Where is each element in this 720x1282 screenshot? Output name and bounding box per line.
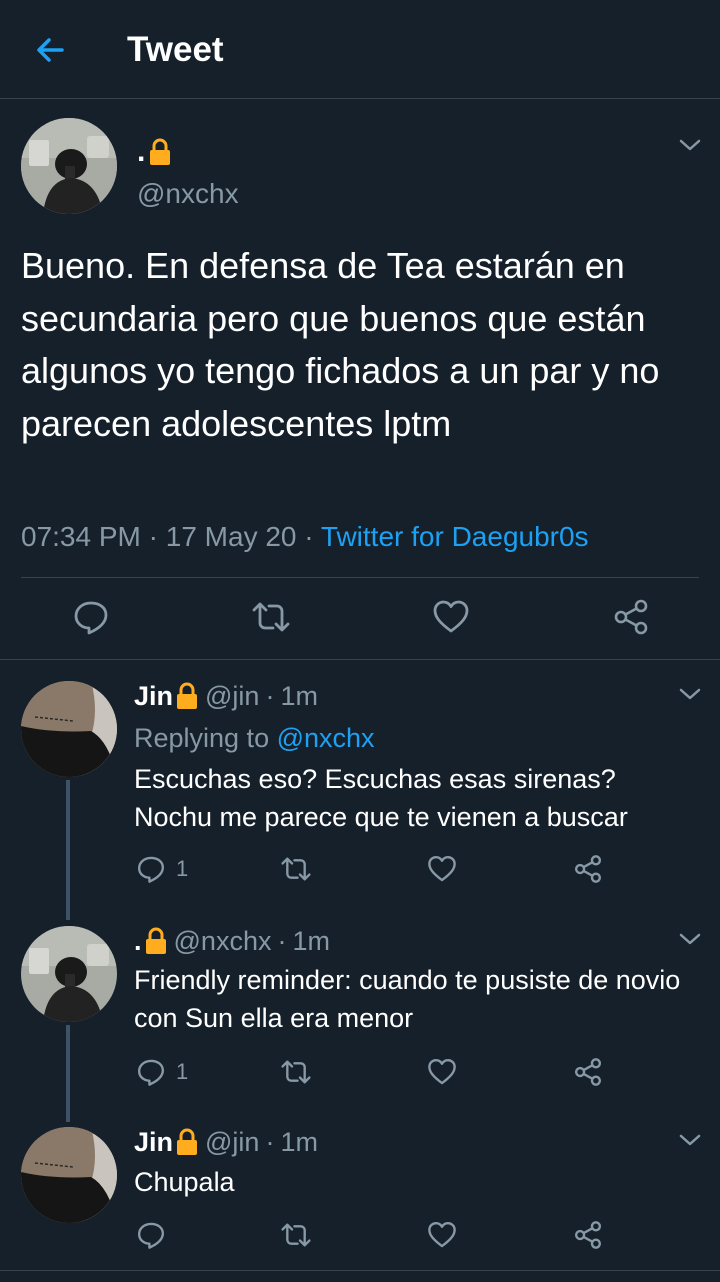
reply-text: Escuchas eso? Escuchas esas sirenas? Noc… xyxy=(134,764,628,832)
tweet-time: 07:34 PM xyxy=(21,521,141,552)
reply-header: Jin @jin · 1m xyxy=(134,680,318,712)
divider xyxy=(21,577,699,578)
like-icon xyxy=(427,1057,457,1087)
top-app-bar: Tweet xyxy=(0,0,720,99)
tweet-date: 17 May 20 xyxy=(165,521,297,552)
reply-author-name[interactable]: Jin xyxy=(134,1126,173,1158)
share-button[interactable] xyxy=(612,598,650,636)
like-button[interactable] xyxy=(432,598,470,636)
like-button[interactable] xyxy=(427,1220,457,1250)
avatar-jin[interactable] xyxy=(21,681,117,777)
chevron-down-icon[interactable] xyxy=(678,1132,702,1148)
divider xyxy=(0,659,720,660)
lock-icon xyxy=(175,681,199,711)
tweet-source[interactable]: Twitter for Daegubr0s xyxy=(321,521,589,552)
meta-separator: · xyxy=(265,1127,275,1157)
reply-icon xyxy=(136,1220,166,1250)
lock-icon xyxy=(144,926,168,956)
reply-count: 1 xyxy=(176,1059,189,1084)
share-icon xyxy=(573,1057,603,1087)
share-button[interactable] xyxy=(573,1057,603,1087)
like-icon xyxy=(427,1220,457,1250)
share-button[interactable] xyxy=(573,1220,603,1250)
reply-author-name[interactable]: . xyxy=(134,925,142,957)
meta-separator: · xyxy=(265,681,275,711)
reply-time: 1m xyxy=(292,926,330,956)
like-icon xyxy=(427,854,457,884)
retweet-icon xyxy=(251,598,291,636)
share-icon xyxy=(612,598,650,636)
thread-line xyxy=(66,1025,70,1122)
reply-button[interactable] xyxy=(136,1220,166,1250)
like-button[interactable] xyxy=(427,1057,457,1087)
like-icon xyxy=(432,598,470,636)
reply-header: Jin @jin · 1m xyxy=(134,1126,318,1158)
meta-separator: · xyxy=(277,926,287,956)
like-button[interactable] xyxy=(427,854,457,884)
tweet-text: Bueno. En defensa de Tea estarán en secu… xyxy=(21,245,660,444)
author-handle[interactable]: @nxchx xyxy=(137,178,239,210)
retweet-icon xyxy=(280,1220,312,1250)
reply-button[interactable]: 1 xyxy=(136,854,188,884)
chevron-down-icon[interactable] xyxy=(678,686,702,702)
reply-header: . @nxchx · 1m xyxy=(134,925,330,957)
reply-author-name[interactable]: Jin xyxy=(134,680,173,712)
reply-time: 1m xyxy=(280,681,318,711)
share-icon xyxy=(573,1220,603,1250)
meta-separator: · xyxy=(304,521,314,552)
retweet-icon xyxy=(280,854,312,884)
avatar-jin[interactable] xyxy=(21,1127,117,1223)
share-icon xyxy=(573,854,603,884)
reply-author-handle[interactable]: @nxchx xyxy=(174,925,272,957)
retweet-button[interactable] xyxy=(280,1220,312,1250)
retweet-button[interactable] xyxy=(280,854,312,884)
avatar-nxchx[interactable] xyxy=(21,926,117,1022)
replying-to: Replying to @nxchx xyxy=(134,722,375,754)
author-display-name: . xyxy=(137,135,172,169)
divider xyxy=(0,1270,720,1271)
reply-author-handle[interactable]: @jin xyxy=(205,1126,259,1158)
retweet-icon xyxy=(280,1057,312,1087)
chevron-down-icon[interactable] xyxy=(678,931,702,947)
reply-icon xyxy=(136,854,166,884)
reply-text: Chupala xyxy=(134,1167,235,1197)
retweet-button[interactable] xyxy=(251,598,291,636)
reply-author-handle[interactable]: @jin xyxy=(205,680,259,712)
back-arrow-icon[interactable] xyxy=(30,30,70,70)
reply-time: 1m xyxy=(280,1127,318,1157)
reply-icon xyxy=(72,598,110,636)
chevron-down-icon[interactable] xyxy=(678,137,702,153)
reply-icon xyxy=(136,1057,166,1087)
reply-text: Friendly reminder: cuando te pusiste de … xyxy=(134,965,681,1033)
meta-separator: · xyxy=(148,521,158,552)
replying-to-handle[interactable]: @nxchx xyxy=(277,723,375,753)
avatar-nxchx[interactable] xyxy=(21,118,117,214)
lock-icon xyxy=(148,137,172,167)
retweet-button[interactable] xyxy=(280,1057,312,1087)
replying-to-label: Replying to xyxy=(134,723,270,753)
tweet-meta: 07:34 PM · 17 May 20 · Twitter for Daegu… xyxy=(21,520,589,554)
thread-line xyxy=(66,780,70,920)
share-button[interactable] xyxy=(573,854,603,884)
lock-icon xyxy=(175,1127,199,1157)
reply-button[interactable]: 1 xyxy=(136,1057,188,1087)
author-name-text: . xyxy=(137,135,146,168)
page-title: Tweet xyxy=(127,30,224,69)
reply-count: 1 xyxy=(176,856,189,881)
reply-button[interactable] xyxy=(72,598,110,636)
